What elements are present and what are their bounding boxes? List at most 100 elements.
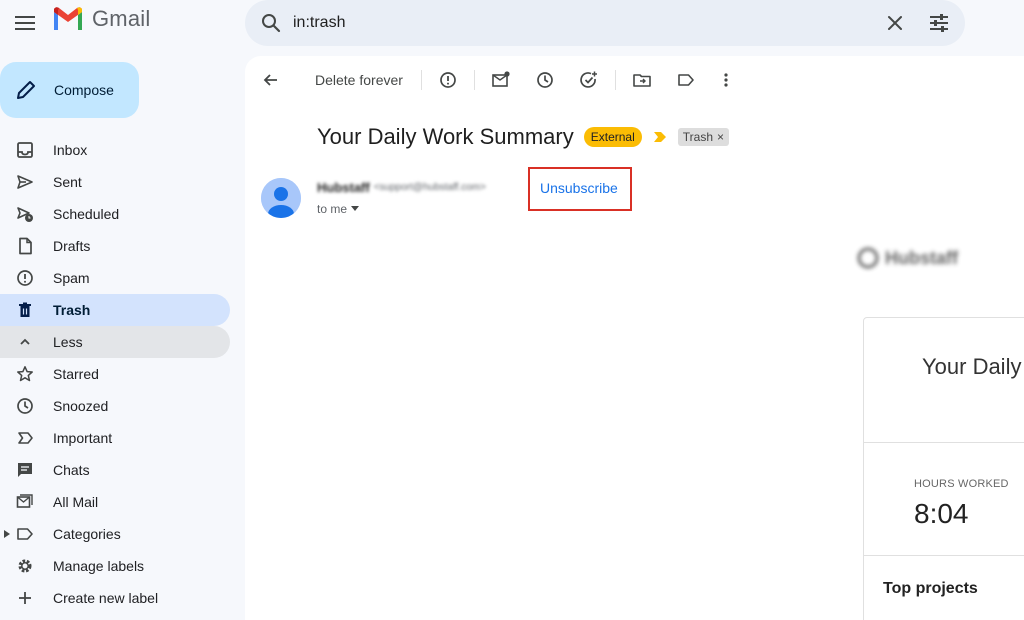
toolbar-divider (614, 70, 616, 90)
clear-search-icon[interactable] (883, 11, 907, 35)
label-icon (17, 528, 33, 540)
gmail-logo[interactable]: Gmail (52, 6, 150, 32)
expand-caret-icon[interactable] (4, 530, 10, 538)
message-view: Delete forever Your Daily Work Summary E… (245, 56, 1024, 620)
sidebar-item-important[interactable]: Important (0, 422, 230, 454)
clock-icon (17, 398, 33, 414)
sidebar-item-label: Chats (53, 462, 90, 478)
sender-name[interactable]: Hubstaff (317, 180, 370, 195)
app-name: Gmail (92, 6, 151, 31)
sidebar-item-label: Spam (53, 270, 90, 286)
sidebar-item-snoozed[interactable]: Snoozed (0, 390, 230, 422)
sidebar-item-inbox[interactable]: Inbox (0, 134, 230, 166)
search-options-icon[interactable] (927, 11, 951, 35)
delete-forever-label: Delete forever (315, 72, 403, 88)
hours-worked-value: 8:04 (914, 498, 969, 529)
sidebar-item-label: Categories (53, 526, 121, 542)
label-icon (678, 74, 694, 86)
brand-name: Hubstaff (885, 247, 958, 268)
unsubscribe-link[interactable]: Unsubscribe (540, 180, 618, 196)
toolbar-divider (420, 70, 422, 90)
sender-email: <support@hubstaff.com> (373, 182, 486, 193)
search-icon[interactable] (259, 11, 283, 35)
summary-card: Your Daily HOURS WORKED 8:04 Top project… (863, 317, 1024, 620)
all-mail-icon (16, 494, 33, 508)
sidebar-item-label: Trash (53, 302, 91, 318)
inbox-icon (17, 142, 33, 158)
card-divider (864, 555, 1024, 556)
main-menu-button[interactable] (12, 10, 38, 36)
report-spam-button[interactable] (432, 64, 464, 96)
recipient-details[interactable]: to me (317, 202, 360, 216)
sidebar-item-scheduled[interactable]: Scheduled (0, 198, 230, 230)
external-badge: External (583, 127, 642, 147)
search-bar[interactable] (245, 0, 965, 46)
person-icon (261, 178, 301, 218)
top-projects-heading: Top projects (883, 580, 978, 597)
message-toolbar: Delete forever (245, 64, 1024, 96)
sidebar-item-label: Sent (53, 174, 82, 190)
sidebar-item-label: Scheduled (53, 206, 120, 222)
move-to-icon (633, 74, 651, 87)
sidebar-item-label: Drafts (53, 238, 91, 254)
sidebar-item-all-mail[interactable]: All Mail (0, 486, 230, 518)
sidebar-item-trash[interactable]: Trash (0, 294, 230, 326)
sidebar-nav: Inbox Sent Scheduled Drafts Spam Trash L… (0, 134, 230, 614)
gmail-m-icon (54, 7, 82, 30)
mark-unread-button[interactable] (485, 64, 517, 96)
compose-button[interactable]: Compose (0, 62, 139, 118)
recipient-label: to me (317, 202, 348, 216)
sidebar-item-starred[interactable]: Starred (0, 358, 230, 390)
labels-button[interactable] (670, 64, 702, 96)
brand-logo: Hubstaff (857, 238, 993, 278)
back-button[interactable] (255, 64, 287, 96)
move-to-button[interactable] (626, 64, 658, 96)
compose-label: Compose (54, 82, 114, 98)
sidebar-item-drafts[interactable]: Drafts (0, 230, 230, 262)
gear-icon (18, 559, 32, 573)
caret-down-icon (351, 206, 360, 211)
sidebar-item-label: Important (53, 430, 113, 446)
sidebar-item-create-label[interactable]: Create new label (0, 582, 230, 614)
sidebar-item-manage-labels[interactable]: Manage labels (0, 550, 230, 582)
important-marker-icon[interactable] (653, 132, 666, 142)
sidebar-item-chats[interactable]: Chats (0, 454, 230, 486)
more-vert-icon (724, 73, 728, 87)
sidebar-item-sent[interactable]: Sent (0, 166, 230, 198)
report-icon (440, 72, 456, 88)
delete-forever-button[interactable]: Delete forever (307, 64, 411, 96)
sidebar-item-label: Inbox (53, 142, 88, 158)
toolbar-divider (473, 70, 475, 90)
email-subject-row: Your Daily Work Summary External Trash × (317, 124, 730, 150)
more-options-button[interactable] (710, 64, 742, 96)
sidebar-item-spam[interactable]: Spam (0, 262, 230, 294)
sidebar-item-label: Snoozed (53, 398, 109, 414)
star-icon (17, 366, 33, 382)
email-subject: Your Daily Work Summary (317, 124, 574, 149)
arrow-back-icon (263, 74, 277, 86)
sender-avatar (261, 178, 301, 218)
snooze-button[interactable] (529, 64, 561, 96)
add-to-tasks-button[interactable] (573, 64, 605, 96)
chat-icon (18, 463, 32, 477)
hubstaff-logo-icon (857, 247, 879, 269)
sidebar-item-label: Create new label (53, 590, 159, 606)
search-input[interactable] (293, 14, 883, 32)
sidebar-item-label: All Mail (53, 494, 99, 510)
clock-icon (537, 72, 553, 88)
trash-label-text: Trash (682, 130, 714, 144)
pencil-icon (17, 81, 35, 99)
sidebar-item-categories[interactable]: Categories (0, 518, 230, 550)
plus-icon (19, 592, 31, 604)
scheduled-icon (17, 207, 33, 222)
mark-unread-icon (492, 71, 510, 87)
spam-icon (17, 270, 33, 286)
card-title: Your Daily (922, 354, 1022, 379)
sidebar-item-less[interactable]: Less (0, 326, 230, 358)
chevron-up-icon (20, 338, 30, 345)
sidebar-item-label: Starred (53, 366, 99, 382)
sender-line: Hubstaff <support@hubstaff.com> (317, 180, 486, 195)
trash-icon (19, 302, 31, 317)
important-icon (18, 432, 33, 444)
remove-label-icon[interactable]: × (717, 130, 724, 144)
